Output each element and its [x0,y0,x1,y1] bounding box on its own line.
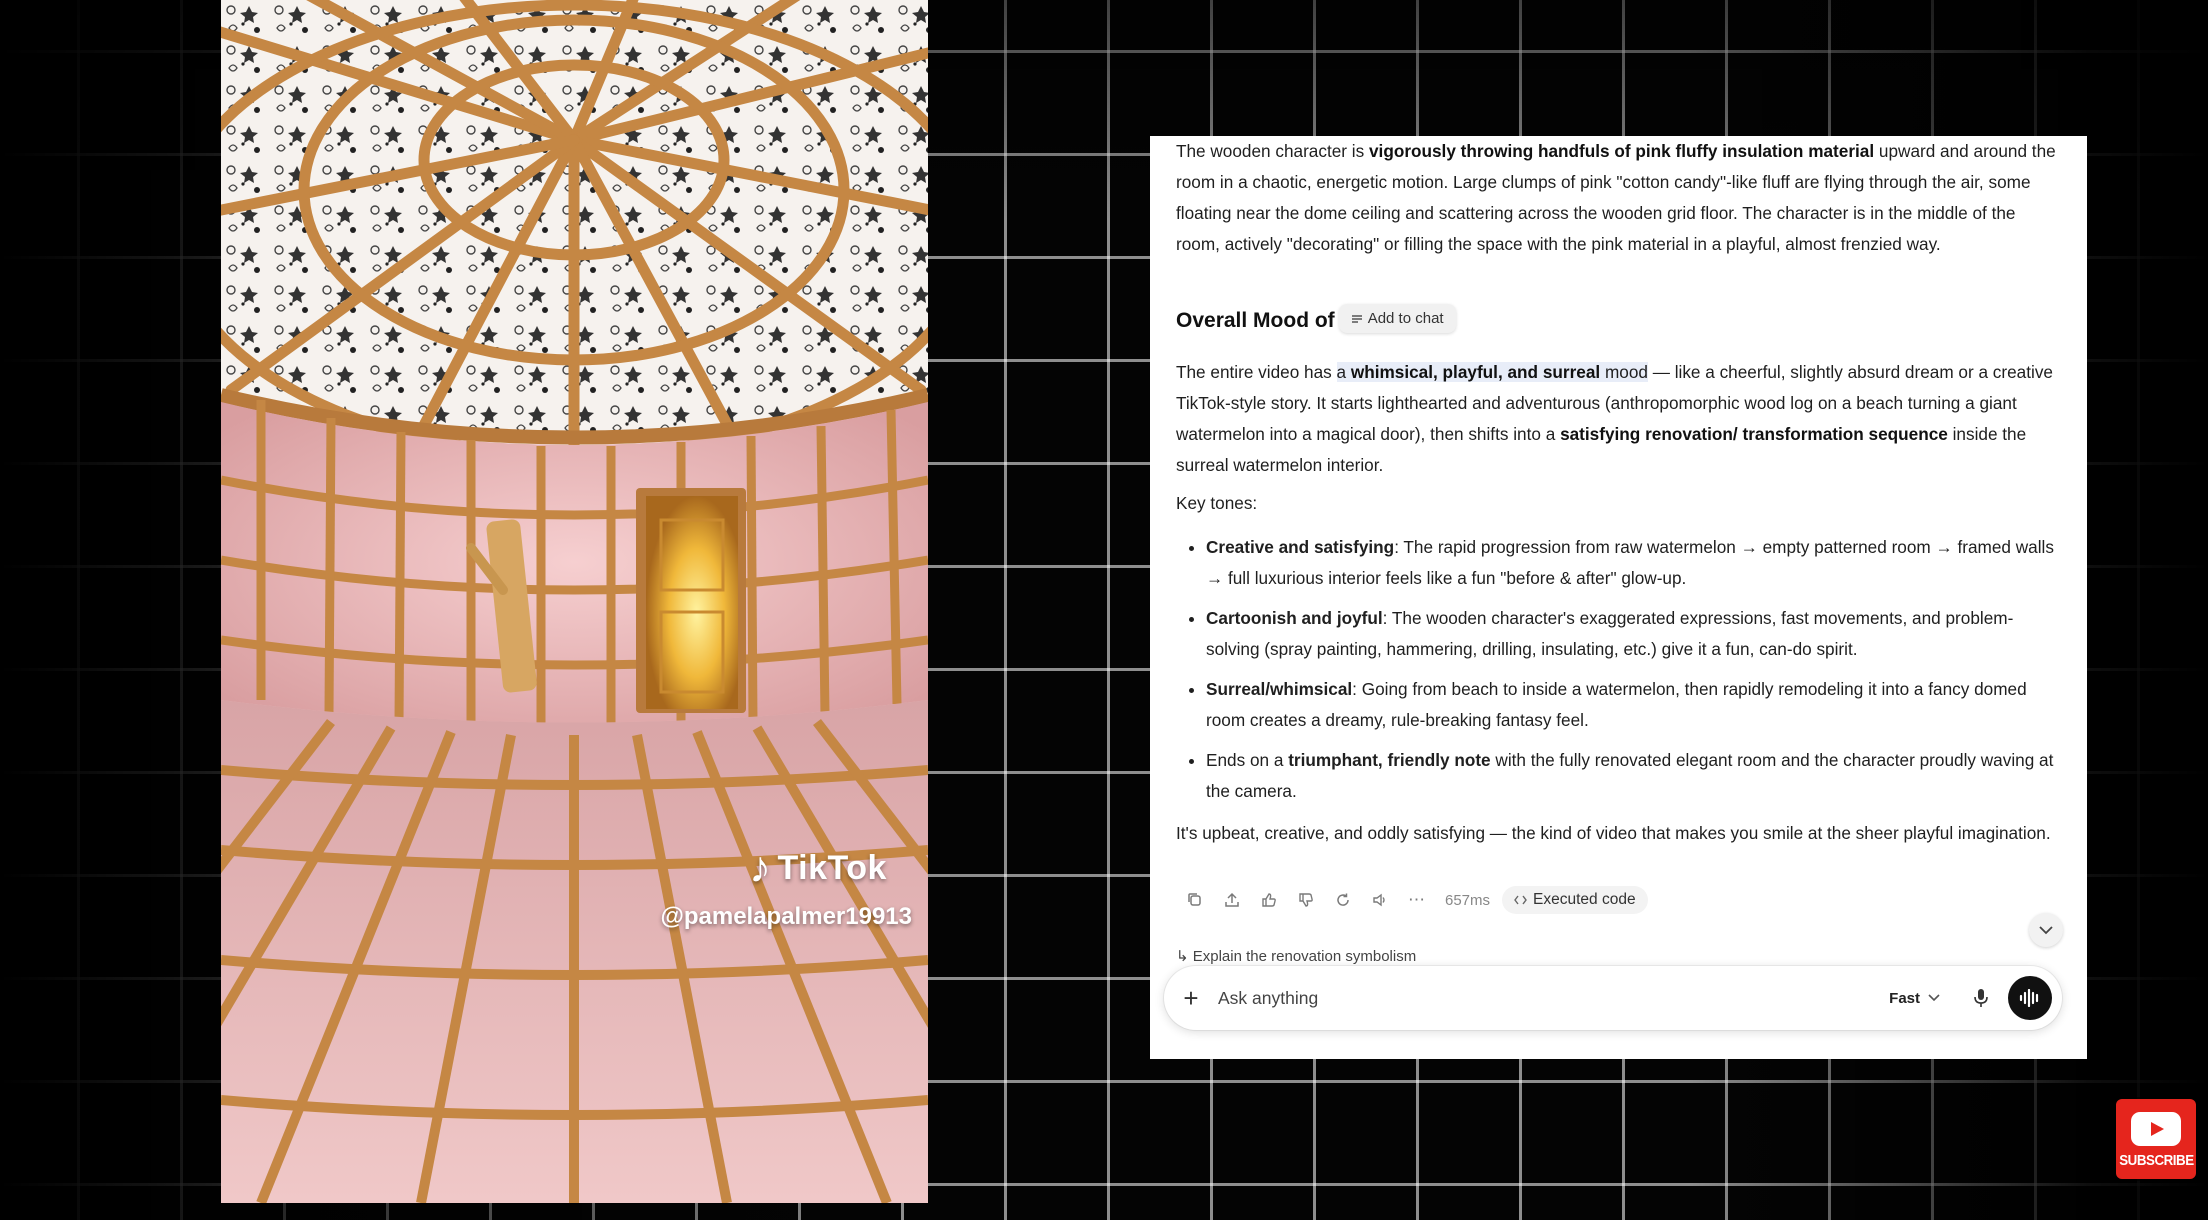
subscribe-label: SUBSCRIBE [2118,1152,2194,1169]
list-item: Creative and satisfying: The rapid progr… [1206,532,2056,594]
regenerate-icon[interactable] [1324,887,1361,913]
tiktok-brand-text: TikTok [777,848,887,887]
tiktok-watermark: ♪ TikTok [749,846,887,890]
response-paragraph-intro: The wooden character is vigorously throw… [1176,141,2056,254]
microphone-icon [1974,989,1988,1007]
thumbs-down-icon[interactable] [1287,887,1324,913]
copy-icon[interactable] [1176,887,1213,913]
followup-arrow-icon: ↳ [1176,948,1193,965]
voice-mode-button[interactable] [2008,976,2052,1020]
more-options-icon[interactable]: ⋯ [1398,887,1435,913]
tiktok-handle: @pamelapalmer19913 [660,903,912,930]
response-paragraph-closing: It's upbeat, creative, and oddly satisfy… [1176,823,2051,843]
key-tones-label: Key tones: [1176,493,1258,513]
tiktok-logo-icon: ♪ [749,843,772,892]
response-actions: ⋯ 657ms Executed code [1176,886,1648,914]
add-to-chat-label: Add to chat [1367,310,1444,327]
chat-input-bar: + Fast [1164,966,2062,1030]
section-heading: Overall Mood of [1176,308,1335,332]
quote-lines-icon [1351,314,1362,323]
tiktok-video-frame[interactable]: ♪ TikTok @pamelapalmer19913 [221,0,928,1203]
executed-code-label: Executed code [1533,891,1636,908]
speaker-icon[interactable] [1361,887,1398,913]
video-scene [221,0,928,1203]
key-tones-list: Creative and satisfying: The rapid progr… [1176,532,2056,816]
list-item: Cartoonish and joyful: The wooden charac… [1206,603,2056,665]
microphone-button[interactable] [1966,983,1996,1013]
model-mode-select[interactable]: Fast [1889,990,1940,1007]
youtube-play-icon [2131,1111,2181,1146]
response-latency: 657ms [1445,891,1491,909]
attach-plus-button[interactable]: + [1166,983,1216,1014]
subscribe-button[interactable]: SUBSCRIBE [2116,1099,2196,1179]
code-icon [1514,895,1527,905]
executed-code-button[interactable]: Executed code [1502,886,1648,914]
section-heading-row: Overall Mood of Add to chat [1176,304,1456,333]
list-item: Surreal/whimsical: Going from beach to i… [1206,674,2056,736]
model-mode-label: Fast [1889,989,1920,1007]
list-item: Ends on a triumphant, friendly note with… [1206,745,2056,807]
chevron-down-icon [1928,994,1940,1002]
thumbs-up-icon[interactable] [1250,887,1287,913]
ask-input[interactable] [1216,986,1890,1010]
chevron-down-icon [2039,925,2053,934]
share-icon[interactable] [1213,887,1250,913]
waveform-icon [2019,989,2039,1007]
response-paragraph-mood: The entire video has a whimsical, playfu… [1176,362,2053,475]
add-to-chat-button[interactable]: Add to chat [1338,304,1456,333]
suggested-followup[interactable]: ↳ Explain the renovation symbolism [1176,947,1416,965]
scroll-down-button[interactable] [2029,913,2063,947]
chat-panel: The wooden character is vigorously throw… [1150,136,2087,1059]
